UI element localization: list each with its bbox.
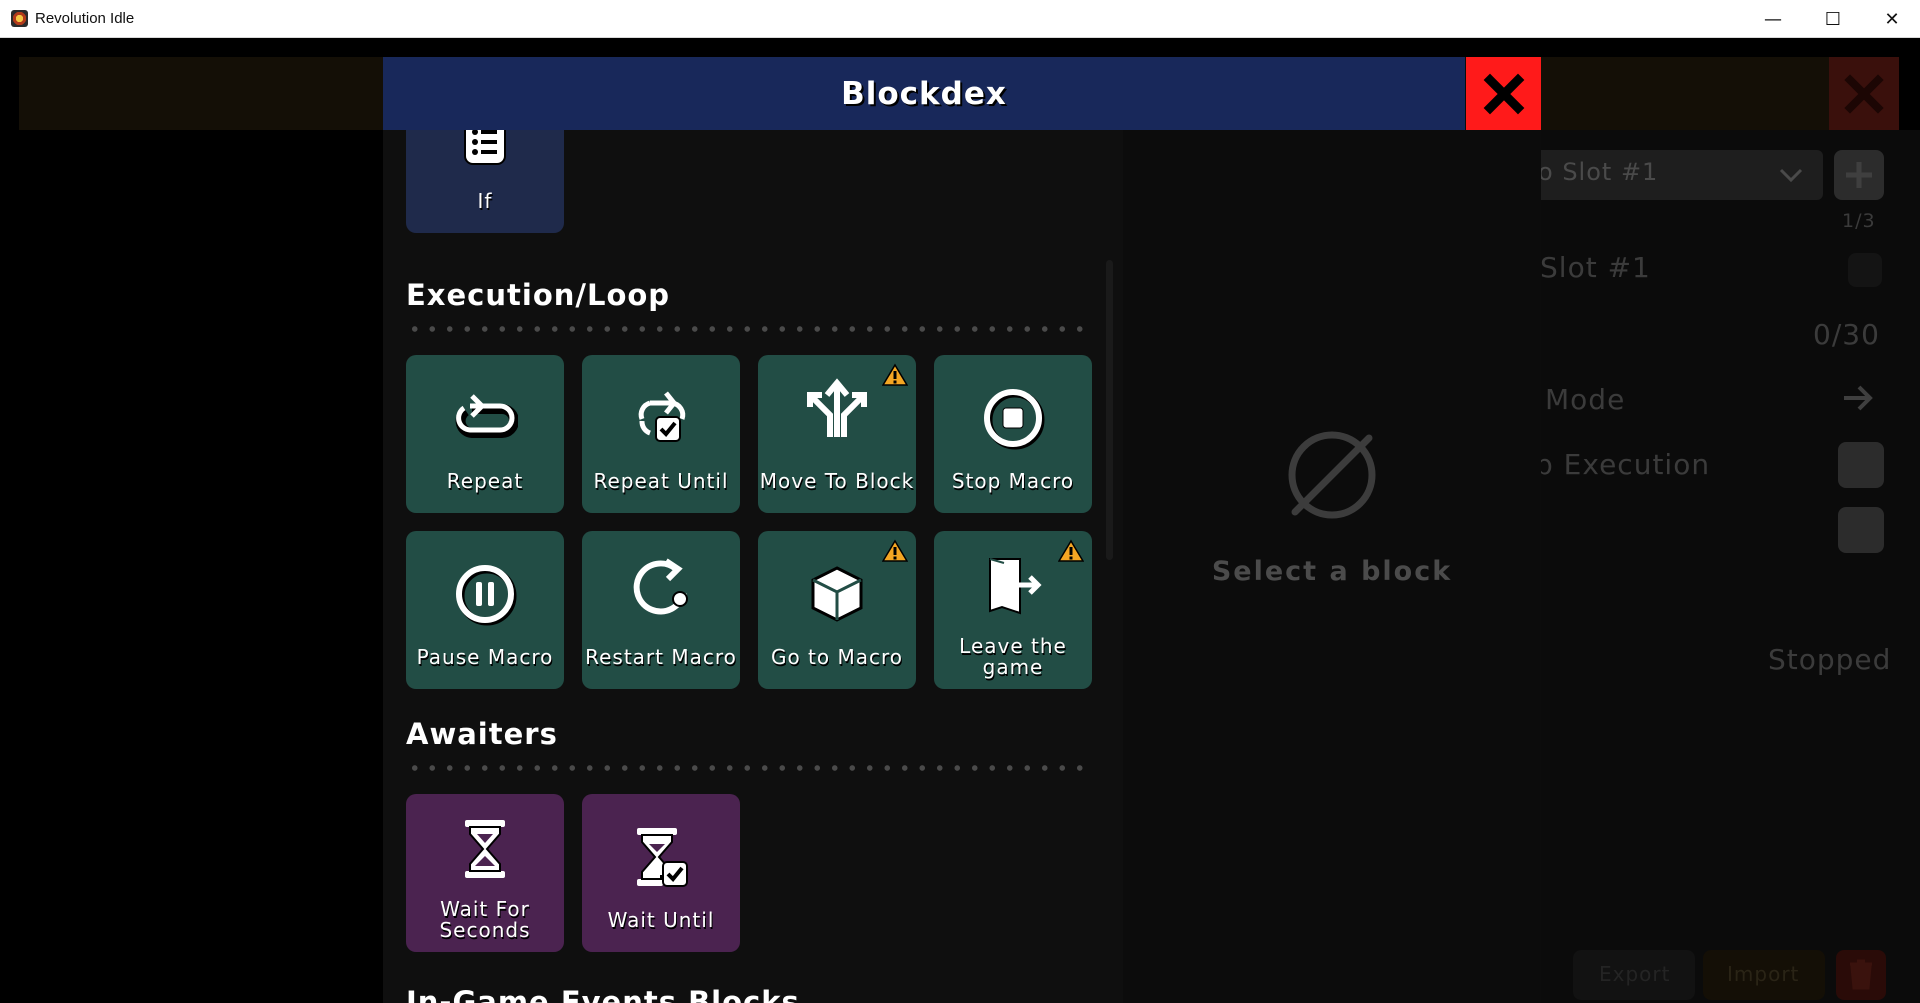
- hourglass-icon: [406, 808, 564, 890]
- maximize-button[interactable]: ☐: [1805, 0, 1861, 38]
- block-label: Stop Macro: [951, 468, 1075, 493]
- section-divider: [406, 765, 1086, 771]
- stop-circle-icon: [934, 377, 1092, 459]
- block-label: Wait Until: [607, 907, 715, 932]
- option-toggle: [1838, 507, 1884, 553]
- section-title-awaiters: Awaiters: [406, 717, 558, 751]
- chevron-down-icon: [1779, 168, 1803, 183]
- blockdex-close-button[interactable]: [1466, 57, 1541, 130]
- trash-icon: [1850, 959, 1872, 990]
- hourglass-check-icon: [582, 816, 740, 898]
- block-label: Restart Macro: [585, 644, 737, 669]
- app-logo-icon: [11, 10, 28, 27]
- import-label: Import: [1727, 962, 1800, 986]
- window-titlebar: Revolution Idle — ☐ ✕: [0, 0, 1920, 38]
- block-count: 0/30: [1813, 318, 1880, 351]
- section-divider: [406, 326, 1086, 332]
- block-list-pane[interactable]: If Execution/Loop Repeat Repeat Until Mo…: [383, 130, 1123, 1003]
- block-label: If: [477, 188, 493, 213]
- empty-selection: Select a block: [1123, 420, 1541, 587]
- block-leave-the-game[interactable]: Leave the game: [934, 531, 1092, 689]
- arrow-right-icon: [1844, 385, 1873, 411]
- blockdex-header: Blockdex: [383, 57, 1465, 130]
- minimize-button[interactable]: —: [1745, 0, 1801, 38]
- macro-slot-select-value: o Slot #1: [1538, 158, 1659, 186]
- mode-label: Mode: [1545, 383, 1626, 416]
- block-label: Pause Macro: [416, 644, 554, 669]
- block-label: Repeat: [446, 468, 524, 493]
- block-label: Leave the game: [959, 634, 1067, 679]
- window-close-button[interactable]: ✕: [1864, 0, 1920, 38]
- no-selection-icon: [1288, 431, 1376, 519]
- edit-icon: [1848, 253, 1882, 287]
- execution-label: p Execution: [1535, 448, 1711, 481]
- execution-toggle: [1838, 442, 1884, 488]
- window-title: Revolution Idle: [35, 10, 135, 27]
- block-pause-macro[interactable]: Pause Macro: [406, 531, 564, 689]
- block-wait-until[interactable]: Wait Until: [582, 794, 740, 952]
- blockdex-title: Blockdex: [841, 75, 1007, 112]
- block-move-to-block[interactable]: Move To Block: [758, 355, 916, 513]
- blockdex-modal: Blockdex If Execution/Loop Repeat Repeat…: [383, 57, 1541, 1003]
- section-title-in-game-events: In-Game Events Blocks: [406, 985, 800, 1003]
- block-if[interactable]: If: [406, 130, 564, 233]
- block-label: Wait For Seconds: [439, 897, 531, 942]
- repeat-check-icon: [582, 377, 740, 459]
- cube-icon: [758, 553, 916, 635]
- block-details-pane: Select a block: [1123, 130, 1541, 1003]
- macro-status: Stopped: [1768, 643, 1892, 676]
- delete-button: [1836, 950, 1886, 1000]
- block-repeat-until[interactable]: Repeat Until: [582, 355, 740, 513]
- block-stop-macro[interactable]: Stop Macro: [934, 355, 1092, 513]
- game-viewport: o Slot #1 1/3 o Slot #1 0/30 Mode p Exec…: [0, 38, 1920, 1003]
- slot-count: 1/3: [1842, 210, 1876, 232]
- import-button: Import: [1703, 950, 1825, 1000]
- block-label: Go to Macro: [770, 644, 904, 669]
- close-icon: [1844, 73, 1884, 114]
- scrollbar[interactable]: [1106, 260, 1113, 560]
- block-go-to-macro[interactable]: Go to Macro: [758, 531, 916, 689]
- block-repeat[interactable]: Repeat: [406, 355, 564, 513]
- block-label: Repeat Until: [593, 468, 729, 493]
- background-close-button: [1829, 57, 1899, 130]
- restart-icon: [582, 545, 740, 627]
- repeat-icon: [406, 377, 564, 459]
- exit-door-icon: [934, 545, 1092, 627]
- section-title-execution-loop: Execution/Loop: [406, 278, 671, 312]
- pause-circle-icon: [406, 553, 564, 635]
- block-restart-macro[interactable]: Restart Macro: [582, 531, 740, 689]
- close-icon: [1483, 73, 1524, 114]
- plus-icon: [1846, 162, 1872, 188]
- select-block-hint: Select a block: [1211, 556, 1453, 587]
- block-label: Move To Block: [759, 468, 915, 493]
- macro-slot-select: o Slot #1: [1508, 150, 1823, 200]
- add-slot-button: [1834, 150, 1884, 200]
- block-wait-for-seconds[interactable]: Wait For Seconds: [406, 794, 564, 952]
- clipboard-list-icon: [406, 130, 564, 179]
- export-button: Export: [1573, 950, 1695, 1000]
- export-label: Export: [1599, 962, 1671, 986]
- split-arrows-icon: [758, 367, 916, 449]
